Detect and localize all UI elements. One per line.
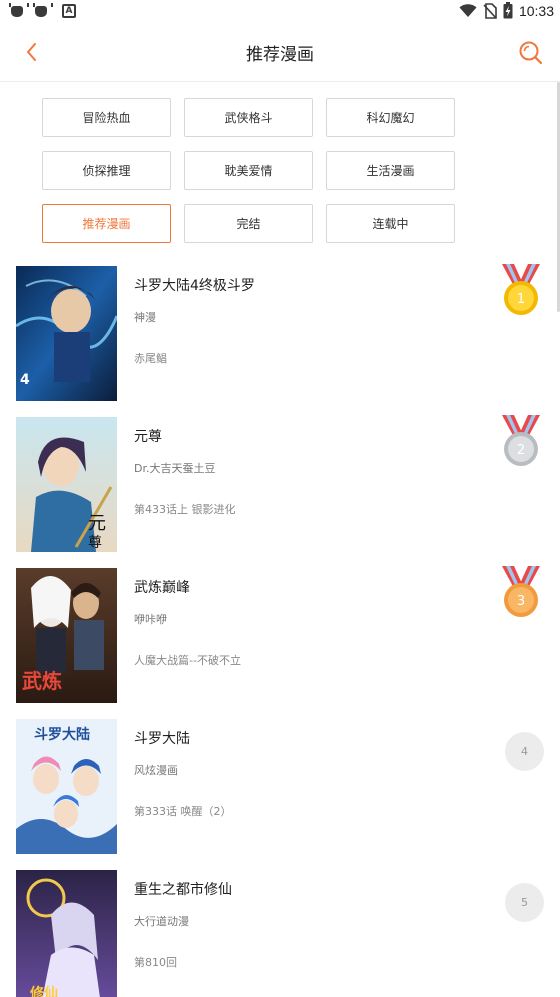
- comic-cover-image[interactable]: 4: [16, 266, 117, 401]
- tag-adventure[interactable]: 冒险热血: [42, 98, 171, 137]
- comic-latest-chapter: 人魔大战篇--不破不立: [134, 654, 241, 667]
- comic-title: 斗罗大陆4终极斗罗: [134, 278, 255, 294]
- comic-title: 元尊: [134, 429, 162, 445]
- svg-text:武炼: 武炼: [22, 669, 62, 693]
- comic-cover-image[interactable]: 武炼: [16, 568, 117, 703]
- comic-title: 武炼巅峰: [134, 580, 190, 596]
- bug-icon: [32, 3, 53, 19]
- top-app-bar: 推荐漫画: [0, 24, 560, 82]
- bug-icon: [8, 3, 29, 19]
- battery-charging-icon: [503, 2, 513, 19]
- svg-text:斗罗大陆: 斗罗大陆: [34, 726, 90, 743]
- bronze-medal-icon: 3: [498, 566, 544, 622]
- tag-ongoing[interactable]: 连载中: [326, 204, 455, 243]
- comic-author: 风炫漫画: [134, 764, 178, 777]
- tag-detective[interactable]: 侦探推理: [42, 151, 171, 190]
- comic-latest-chapter: 赤尾鲳: [134, 352, 167, 365]
- tag-completed[interactable]: 完结: [184, 204, 313, 243]
- page-title: 推荐漫画: [246, 45, 314, 65]
- comic-author: Dr.大吉天蚕土豆: [134, 462, 216, 475]
- comic-list-item[interactable]: 修仙 重生之都市修仙 大行道动漫 第810回 5: [0, 868, 560, 997]
- tag-romance[interactable]: 耽美爱情: [184, 151, 313, 190]
- comic-title: 重生之都市修仙: [134, 882, 232, 898]
- comic-list-item[interactable]: 4 斗罗大陆4终极斗罗 神漫 赤尾鲳 1: [0, 264, 560, 404]
- status-bar: A 10:33: [0, 0, 560, 24]
- status-system: 10:33: [459, 2, 554, 19]
- svg-text:修仙: 修仙: [29, 985, 58, 997]
- svg-text:4: 4: [20, 372, 30, 388]
- search-icon: [519, 41, 543, 65]
- comic-author: 大行道动漫: [134, 915, 189, 928]
- rank-number: 2: [517, 443, 525, 458]
- comic-latest-chapter: 第810回: [134, 956, 177, 969]
- comic-list-item[interactable]: 武炼 武炼巅峰 咿咔咿 人魔大战篇--不破不立 3: [0, 566, 560, 706]
- svg-text:元: 元: [88, 513, 106, 534]
- rank-number: 1: [517, 292, 525, 307]
- search-button[interactable]: [516, 38, 546, 68]
- rank-badge: 4: [505, 732, 544, 771]
- rank-number: 3: [517, 594, 525, 609]
- tag-scifi-fantasy[interactable]: 科幻魔幻: [326, 98, 455, 137]
- status-notifications: A: [8, 3, 76, 19]
- svg-text:尊: 尊: [88, 534, 102, 551]
- comic-list-item[interactable]: 元 尊 元尊 Dr.大吉天蚕土豆 第433话上 银影进化 2: [0, 415, 560, 555]
- wifi-icon: [459, 3, 477, 17]
- tag-martial-arts[interactable]: 武侠格斗: [184, 98, 313, 137]
- clock: 10:33: [518, 2, 554, 19]
- comic-list-item[interactable]: 斗罗大陆 斗罗大陆 风炫漫画 第333话 唤醒（2） 4: [0, 717, 560, 857]
- no-sim-icon: [483, 2, 497, 19]
- comic-latest-chapter: 第433话上 银影进化: [134, 503, 236, 516]
- rank-badge: 5: [505, 883, 544, 922]
- gold-medal-icon: 1: [498, 264, 544, 320]
- silver-medal-icon: 2: [498, 415, 544, 471]
- comic-title: 斗罗大陆: [134, 731, 190, 747]
- a-notification-icon: A: [62, 4, 76, 18]
- comic-cover-image[interactable]: 斗罗大陆: [16, 719, 117, 854]
- tag-recommended[interactable]: 推荐漫画: [42, 204, 171, 243]
- comic-cover-image[interactable]: 元 尊: [16, 417, 117, 552]
- comic-author: 神漫: [134, 311, 156, 324]
- tag-slice-of-life[interactable]: 生活漫画: [326, 151, 455, 190]
- comic-cover-image[interactable]: 修仙: [16, 870, 117, 997]
- comic-latest-chapter: 第333话 唤醒（2）: [134, 805, 232, 818]
- comic-author: 咿咔咿: [134, 613, 167, 626]
